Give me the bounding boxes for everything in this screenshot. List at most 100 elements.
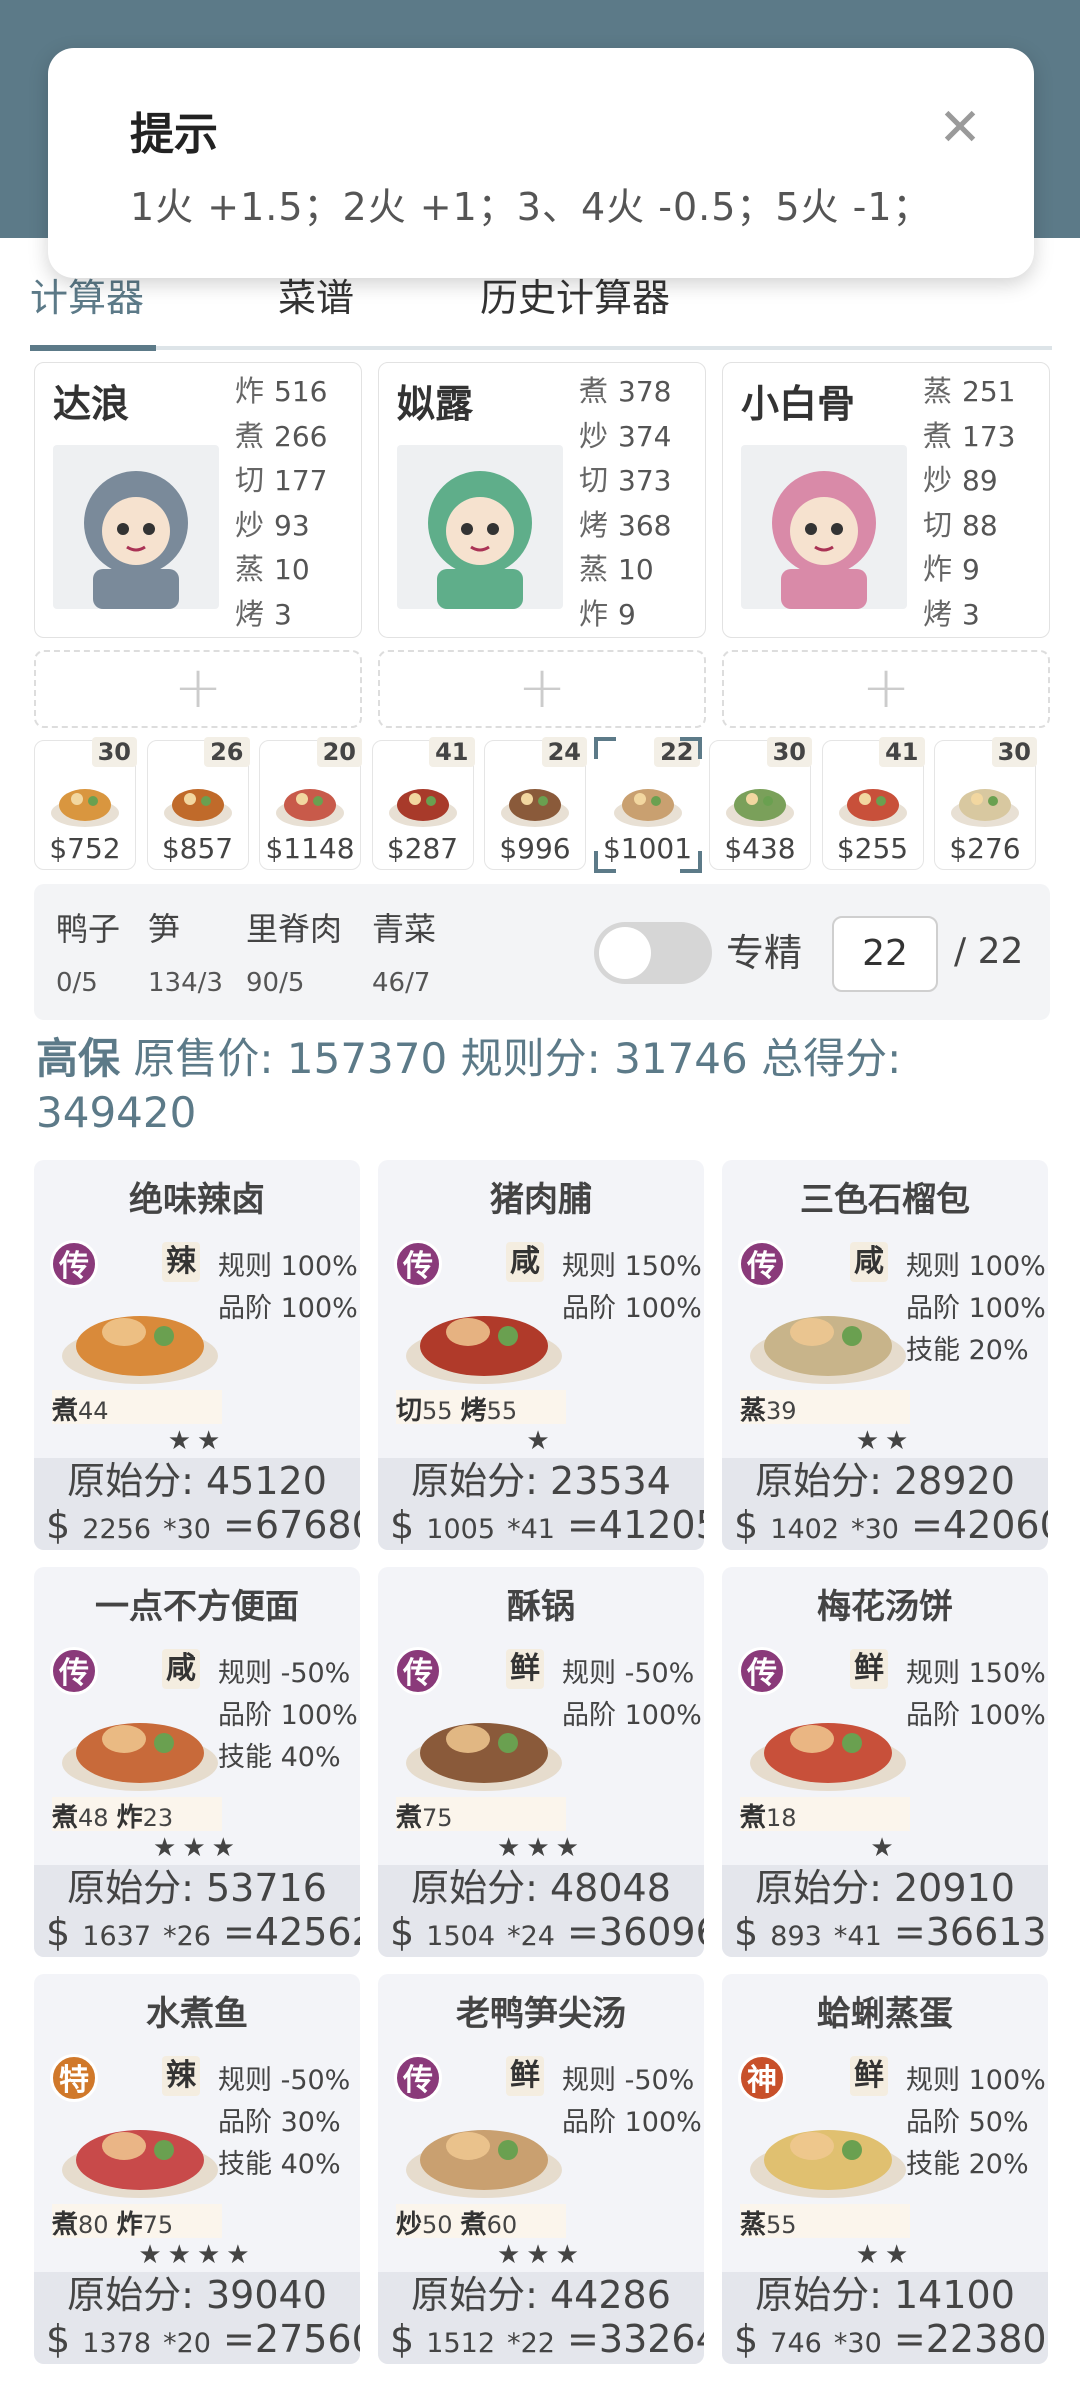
chef-name: 小白骨 [741, 382, 856, 426]
flavor-tag: 咸 [162, 1649, 200, 1689]
dish-slot[interactable]: 26 $857 [146, 737, 250, 870]
recipe-name: 老鸭笋尖汤 [456, 1994, 626, 2034]
recipe-card[interactable]: 绝味辣卤 传 辣 规则 100% 品阶 100% 煮44 ★★ 原始分: 4512… [34, 1160, 360, 1550]
skill-type: 煮 [52, 1803, 79, 1833]
rank-badge: 传 [50, 1240, 98, 1288]
recipe-rules: 规则 -50% 品阶 100% [562, 1653, 702, 1737]
tab-calculator[interactable]: 计算器 [30, 268, 144, 348]
star-rating: ★★★ [497, 2240, 585, 2270]
star-rating: ★★ [855, 2240, 915, 2270]
score-panel: 原始分: 48048 $ 1504 *24 =36096 [378, 1865, 704, 1957]
skill-requirements: 煮48 炸23 [52, 1797, 222, 1833]
skill-type: 蒸 [740, 1396, 767, 1426]
recipe-card[interactable]: 一点不方便面 传 咸 规则 -50% 品阶 100% 技能 40% 煮48 炸23 ★… [34, 1567, 360, 1957]
skill-value: 55 [766, 2211, 797, 2239]
chef-card[interactable]: 小白骨 蒸 251 煮 173 炒 89 切 88 炸 9 烤 3 [722, 362, 1050, 638]
dish-slot[interactable]: 41 $287 [371, 737, 475, 870]
unit-price: 746 [770, 2328, 822, 2359]
star-rating: ★★★★ [138, 2240, 256, 2270]
recipe-rule: 品阶 100% [906, 1293, 1046, 1324]
recipe-rule: 品阶 100% [562, 1293, 702, 1324]
recipe-card[interactable]: 酥锅 传 鲜 规则 -50% 品阶 100% 煮75 ★★★ 原始分: 48048… [378, 1567, 704, 1957]
original-price: 157370 [286, 1034, 448, 1083]
material-item: 笋 134/3 [148, 910, 223, 998]
dish-slot[interactable]: 20 $1148 [259, 737, 362, 870]
score-panel: 原始分: 14100 $ 746 *30 =22380 [722, 2272, 1048, 2364]
original-score: 原始分: 53716 [67, 1866, 327, 1910]
tab-divider [30, 346, 1052, 350]
add-equipment-slot-1[interactable]: + [34, 650, 362, 728]
tab-recipes[interactable]: 菜谱 [278, 268, 354, 348]
dollar-icon: $ [390, 1910, 415, 1954]
dish-price: $857 [161, 832, 234, 865]
dish-slot[interactable]: 41 $255 [821, 737, 925, 870]
dish-icon [160, 769, 236, 831]
recipe-card[interactable]: 蛤蜊蒸蛋 神 鲜 规则 100% 品阶 50% 技能 20% 蒸55 ★★ 原始分:… [722, 1974, 1048, 2364]
recipe-card[interactable]: 水煮鱼 特 辣 规则 -50% 品阶 30% 技能 40% 煮80 炸75 ★★★★ … [34, 1974, 360, 2364]
skill-value: 18 [766, 1804, 797, 1832]
rank-badge: 传 [738, 1240, 786, 1288]
dish-slot[interactable]: 30 $276 [934, 737, 1037, 870]
chef-stat: 炒 374 [579, 418, 672, 453]
chef-stat: 蒸 10 [579, 552, 654, 586]
toggle-knob [599, 927, 651, 979]
rule-score: 31746 [614, 1034, 748, 1083]
flavor-tag: 辣 [162, 1242, 200, 1282]
recipe-rule: 规则 150% [906, 1658, 1046, 1689]
add-equipment-slot-3[interactable]: + [722, 650, 1050, 728]
level-input[interactable]: 22 [832, 916, 938, 992]
recipe-card[interactable]: 老鸭笋尖汤 传 鲜 规则 -50% 品阶 100% 炒50 煮60 ★★★ 原始分:… [378, 1974, 704, 2364]
dish-slot[interactable]: 30 $438 [709, 737, 812, 870]
dish-slot[interactable]: 22 $1001 [593, 737, 702, 873]
dish-slot[interactable]: 24 $996 [484, 737, 587, 870]
tip-dialog: 提示 1火 +1.5；2火 +1；3、4火 -0.5；5火 -1； ✕ [48, 48, 1034, 278]
dish-quantity-badge: 26 [204, 737, 250, 767]
close-icon[interactable]: ✕ [930, 98, 990, 158]
unit-price: 1378 [82, 2328, 151, 2359]
recipe-result: =36096 [567, 1910, 704, 1954]
chef-avatar [53, 445, 219, 609]
dish-quantity-badge: 20 [316, 737, 362, 767]
score-panel: 原始分: 20910 $ 893 *41 =36613 [722, 1865, 1048, 1957]
recipe-rule: 品阶 100% [218, 1293, 358, 1324]
recipe-rule: 品阶 100% [906, 1700, 1046, 1731]
chef-card[interactable]: 姒露 煮 378 炒 374 切 373 烤 368 蒸 10 炸 9 [378, 362, 706, 638]
chef-stat: 煮 173 [923, 418, 1016, 453]
rank-badge: 传 [394, 2054, 442, 2102]
recipe-rule: 品阶 50% [906, 2107, 1029, 2138]
unit-price: 1504 [426, 1921, 495, 1952]
unit-price: 2256 [82, 1514, 151, 1545]
price-calculation: $ 1512 *22 =33264 [390, 2316, 704, 2364]
recipe-rule: 规则 -50% [218, 1658, 351, 1689]
skill-requirements: 煮80 炸75 [52, 2204, 222, 2240]
original-score: 原始分: 28920 [755, 1459, 1015, 1503]
dish-quantity-badge: 30 [91, 737, 137, 767]
tab-active-indicator [30, 345, 156, 351]
recipe-card[interactable]: 三色石榴包 传 咸 规则 100% 品阶 100% 技能 20% 蒸39 ★★ 原始… [722, 1160, 1048, 1550]
material-item: 青菜 46/7 [372, 910, 437, 998]
recipe-rules: 规则 150% 品阶 100% [906, 1653, 1046, 1737]
materials-panel: 鸭子 0/5 笋 134/3 里脊肉 90/5 青菜 46/7 专精 22 / … [34, 884, 1050, 1020]
star-rating: ★ [526, 1426, 556, 1456]
flavor-tag: 鲜 [506, 1649, 544, 1689]
recipe-result: =67680 [223, 1503, 360, 1547]
skill-requirements: 蒸55 [740, 2204, 910, 2240]
chef-card[interactable]: 达浪 炸 516 煮 266 切 177 炒 93 蒸 10 烤 3 [34, 362, 362, 638]
skill-type: 炸 [116, 1803, 143, 1833]
dish-price: $255 [836, 832, 909, 865]
recipe-card[interactable]: 梅花汤饼 传 鲜 规则 150% 品阶 100% 煮18 ★ 原始分: 20910… [722, 1567, 1048, 1957]
recipe-card[interactable]: 猪肉脯 传 咸 规则 150% 品阶 100% 切55 烤55 ★ 原始分: 235… [378, 1160, 704, 1550]
star-rating: ★ [870, 1833, 900, 1863]
specialize-toggle[interactable] [594, 922, 712, 984]
skill-value: 39 [766, 1397, 797, 1425]
score-panel: 原始分: 39040 $ 1378 *20 =27560 [34, 2272, 360, 2364]
rank-badge: 传 [394, 1240, 442, 1288]
dish-slot[interactable]: 30 $752 [34, 737, 137, 870]
tab-history-calculator[interactable]: 历史计算器 [480, 268, 670, 348]
recipe-name: 酥锅 [507, 1587, 575, 1627]
recipe-rules: 规则 -50% 品阶 100% 技能 40% [218, 1653, 358, 1779]
score-panel: 原始分: 53716 $ 1637 *26 =42562 [34, 1865, 360, 1957]
price-calculation: $ 746 *30 =22380 [734, 2316, 1047, 2364]
chef-stat: 炸9 [579, 596, 636, 631]
add-equipment-slot-2[interactable]: + [378, 650, 706, 728]
